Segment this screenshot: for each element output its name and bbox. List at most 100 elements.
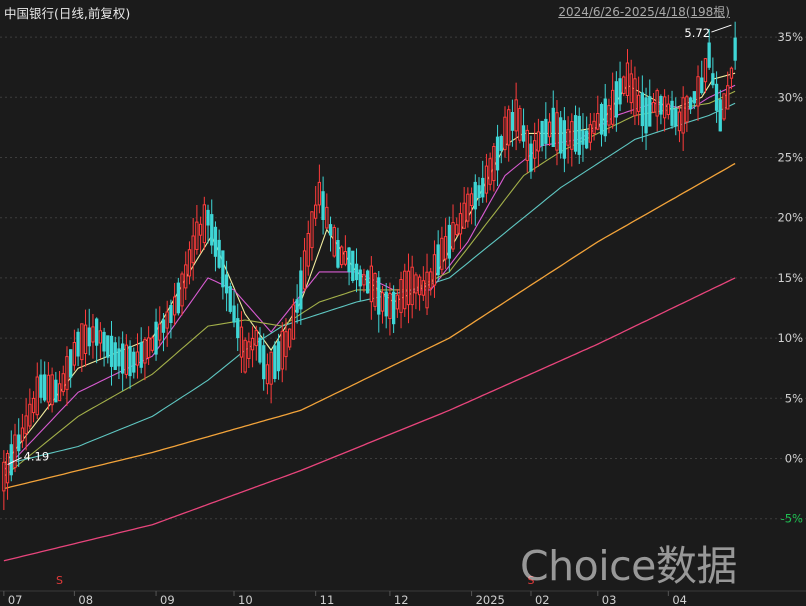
candle[interactable] xyxy=(132,347,136,379)
candle[interactable] xyxy=(540,120,544,152)
candle[interactable] xyxy=(61,365,65,396)
candle[interactable] xyxy=(700,60,704,95)
candle[interactable] xyxy=(688,96,693,114)
candle[interactable] xyxy=(436,230,440,281)
candle[interactable] xyxy=(347,246,351,286)
candle[interactable] xyxy=(332,224,336,258)
candle[interactable] xyxy=(217,229,221,269)
candle[interactable] xyxy=(714,71,719,123)
candle[interactable] xyxy=(544,102,548,160)
candle[interactable] xyxy=(533,122,537,173)
candle[interactable] xyxy=(547,113,552,146)
candle[interactable] xyxy=(507,105,511,162)
date-range-link[interactable]: 2024/6/26-2025/4/18(198根) xyxy=(558,3,730,20)
candle[interactable] xyxy=(169,299,173,339)
candle[interactable] xyxy=(213,221,218,272)
candle[interactable] xyxy=(143,337,147,381)
candle[interactable] xyxy=(317,164,322,214)
candle[interactable] xyxy=(451,204,455,253)
candle[interactable] xyxy=(128,340,132,389)
candle[interactable] xyxy=(39,359,43,404)
candle[interactable] xyxy=(276,333,281,380)
candle[interactable] xyxy=(399,271,403,329)
candle[interactable] xyxy=(462,186,466,229)
candle[interactable] xyxy=(406,253,411,324)
candle[interactable] xyxy=(588,113,593,151)
candle[interactable] xyxy=(72,329,76,371)
candle[interactable] xyxy=(91,313,95,359)
candle[interactable] xyxy=(559,111,563,159)
candle[interactable] xyxy=(677,106,682,143)
candle[interactable] xyxy=(20,413,25,448)
candle[interactable] xyxy=(221,250,225,300)
candle[interactable] xyxy=(484,153,489,203)
candle[interactable] xyxy=(674,97,678,136)
candle[interactable] xyxy=(499,134,503,164)
candle[interactable] xyxy=(314,186,318,226)
candle[interactable] xyxy=(102,327,106,367)
candle[interactable] xyxy=(247,332,251,369)
candle[interactable] xyxy=(655,88,659,132)
candle[interactable] xyxy=(173,283,177,326)
candle[interactable] xyxy=(28,388,32,430)
candle[interactable] xyxy=(325,193,329,230)
event-marker[interactable]: S xyxy=(56,574,63,587)
candle[interactable] xyxy=(284,318,288,371)
candles[interactable] xyxy=(2,21,737,511)
candle[interactable] xyxy=(403,263,407,317)
candle[interactable] xyxy=(191,217,195,281)
candle[interactable] xyxy=(518,105,522,144)
candle[interactable] xyxy=(596,95,600,131)
candle[interactable] xyxy=(481,160,485,203)
candle[interactable] xyxy=(43,361,47,403)
candle[interactable] xyxy=(458,202,463,250)
candle[interactable] xyxy=(663,89,667,132)
candle[interactable] xyxy=(488,152,492,191)
candle[interactable] xyxy=(288,328,292,351)
candle[interactable] xyxy=(121,331,125,391)
candle[interactable] xyxy=(254,325,258,361)
candle[interactable] xyxy=(113,336,117,370)
candle[interactable] xyxy=(681,86,685,151)
candle[interactable] xyxy=(492,142,496,192)
candle[interactable] xyxy=(718,89,722,132)
candle[interactable] xyxy=(373,272,377,311)
candle[interactable] xyxy=(80,323,84,372)
candle[interactable] xyxy=(414,272,418,310)
candle[interactable] xyxy=(9,430,13,482)
candle[interactable] xyxy=(321,176,325,235)
candle[interactable] xyxy=(592,112,596,141)
candle[interactable] xyxy=(95,317,99,364)
candle[interactable] xyxy=(432,240,437,298)
candle[interactable] xyxy=(306,220,310,276)
candle[interactable] xyxy=(410,255,414,319)
candle[interactable] xyxy=(455,217,459,237)
candle[interactable] xyxy=(351,250,355,284)
candle[interactable] xyxy=(150,335,154,353)
candle[interactable] xyxy=(377,271,381,333)
candle[interactable] xyxy=(295,284,299,324)
candle[interactable] xyxy=(165,300,169,347)
candle[interactable] xyxy=(5,450,10,500)
candle[interactable] xyxy=(562,107,567,173)
candle[interactable] xyxy=(184,251,188,300)
candle[interactable] xyxy=(551,90,555,148)
candle[interactable] xyxy=(659,94,663,125)
candle[interactable] xyxy=(2,450,6,511)
candle[interactable] xyxy=(87,308,91,356)
candle[interactable] xyxy=(729,66,734,90)
candle[interactable] xyxy=(392,285,396,333)
candle[interactable] xyxy=(369,256,374,320)
candle[interactable] xyxy=(232,290,236,328)
candle[interactable] xyxy=(302,237,307,292)
candle[interactable] xyxy=(250,326,255,368)
candle[interactable] xyxy=(354,248,359,293)
candle[interactable] xyxy=(135,333,140,379)
candle[interactable] xyxy=(228,282,232,314)
candle[interactable] xyxy=(566,116,570,164)
candle[interactable] xyxy=(637,76,641,126)
candle[interactable] xyxy=(147,326,151,366)
candle[interactable] xyxy=(618,61,622,112)
candle[interactable] xyxy=(273,341,277,383)
candle[interactable] xyxy=(262,333,266,391)
